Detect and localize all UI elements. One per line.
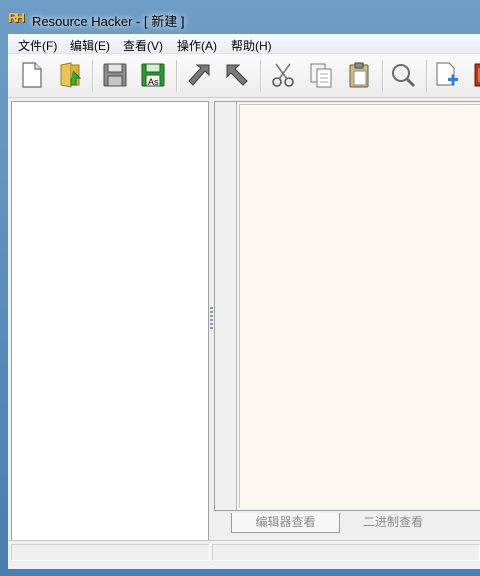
window-title: Resource Hacker - [ 新建 ] <box>32 14 185 29</box>
toolbar-separator <box>92 60 94 92</box>
compile-button[interactable] <box>182 58 216 92</box>
menu-action[interactable]: 操作(A) <box>177 37 217 54</box>
toolbar: As <box>8 54 480 98</box>
copy-icon <box>310 63 332 88</box>
app-logo-icon: RH <box>8 10 25 25</box>
save-as-button[interactable]: As <box>136 58 170 92</box>
cut-icon <box>272 63 294 87</box>
cut-button[interactable] <box>266 58 300 92</box>
open-button[interactable] <box>54 58 88 92</box>
new-file-icon <box>22 62 42 88</box>
add-resource-button[interactable] <box>430 58 464 92</box>
open-folder-icon <box>60 62 82 88</box>
window-frame: 文件(F) 编辑(E) 查看(V) 操作(A) 帮助(H) As 编辑器查看 二… <box>8 34 480 569</box>
toolbar-separator <box>426 60 428 92</box>
line-number-gutter <box>215 102 237 510</box>
new-button[interactable] <box>14 58 48 92</box>
menu-edit[interactable]: 编辑(E) <box>70 37 110 54</box>
paste-icon <box>349 62 369 88</box>
save-icon <box>103 63 127 87</box>
menu-help[interactable]: 帮助(H) <box>231 37 272 54</box>
copy-button[interactable] <box>304 58 338 92</box>
run-button[interactable] <box>220 58 254 92</box>
find-button[interactable] <box>386 58 420 92</box>
status-bar <box>8 540 480 562</box>
compile-arrow-icon <box>188 64 210 86</box>
status-cell-right <box>212 544 480 561</box>
tab-binary-view[interactable]: 二进制查看 <box>348 513 438 533</box>
status-cell-left <box>11 544 210 561</box>
view-tabs: 编辑器查看 二进制查看 <box>214 511 480 537</box>
splitter-grip-icon[interactable] <box>210 307 213 331</box>
tab-editor-view[interactable]: 编辑器查看 <box>231 513 340 533</box>
script-editor[interactable] <box>239 104 480 508</box>
save-as-icon: As <box>141 63 165 87</box>
add-resource-icon <box>436 62 458 86</box>
dialog-merger-icon <box>474 63 480 87</box>
menu-view[interactable]: 查看(V) <box>123 37 163 54</box>
toolbar-separator <box>176 60 178 92</box>
resource-tree-panel[interactable] <box>11 101 209 542</box>
menu-bar: 文件(F) 编辑(E) 查看(V) 操作(A) 帮助(H) <box>8 34 480 54</box>
title-bar[interactable]: RH Resource Hacker - [ 新建 ] <box>0 0 480 38</box>
paste-button[interactable] <box>342 58 376 92</box>
editor-panel <box>214 101 480 511</box>
svg-text:As: As <box>148 77 159 87</box>
forward-arrow-icon <box>226 64 248 86</box>
search-icon <box>392 64 416 88</box>
toolbar-separator <box>382 60 384 92</box>
dialog-merger-button[interactable] <box>468 58 480 92</box>
save-button[interactable] <box>98 58 132 92</box>
menu-file[interactable]: 文件(F) <box>18 37 57 54</box>
app-window: RH Resource Hacker - [ 新建 ] 文件(F) 编辑(E) … <box>0 0 480 576</box>
toolbar-separator <box>260 60 262 92</box>
